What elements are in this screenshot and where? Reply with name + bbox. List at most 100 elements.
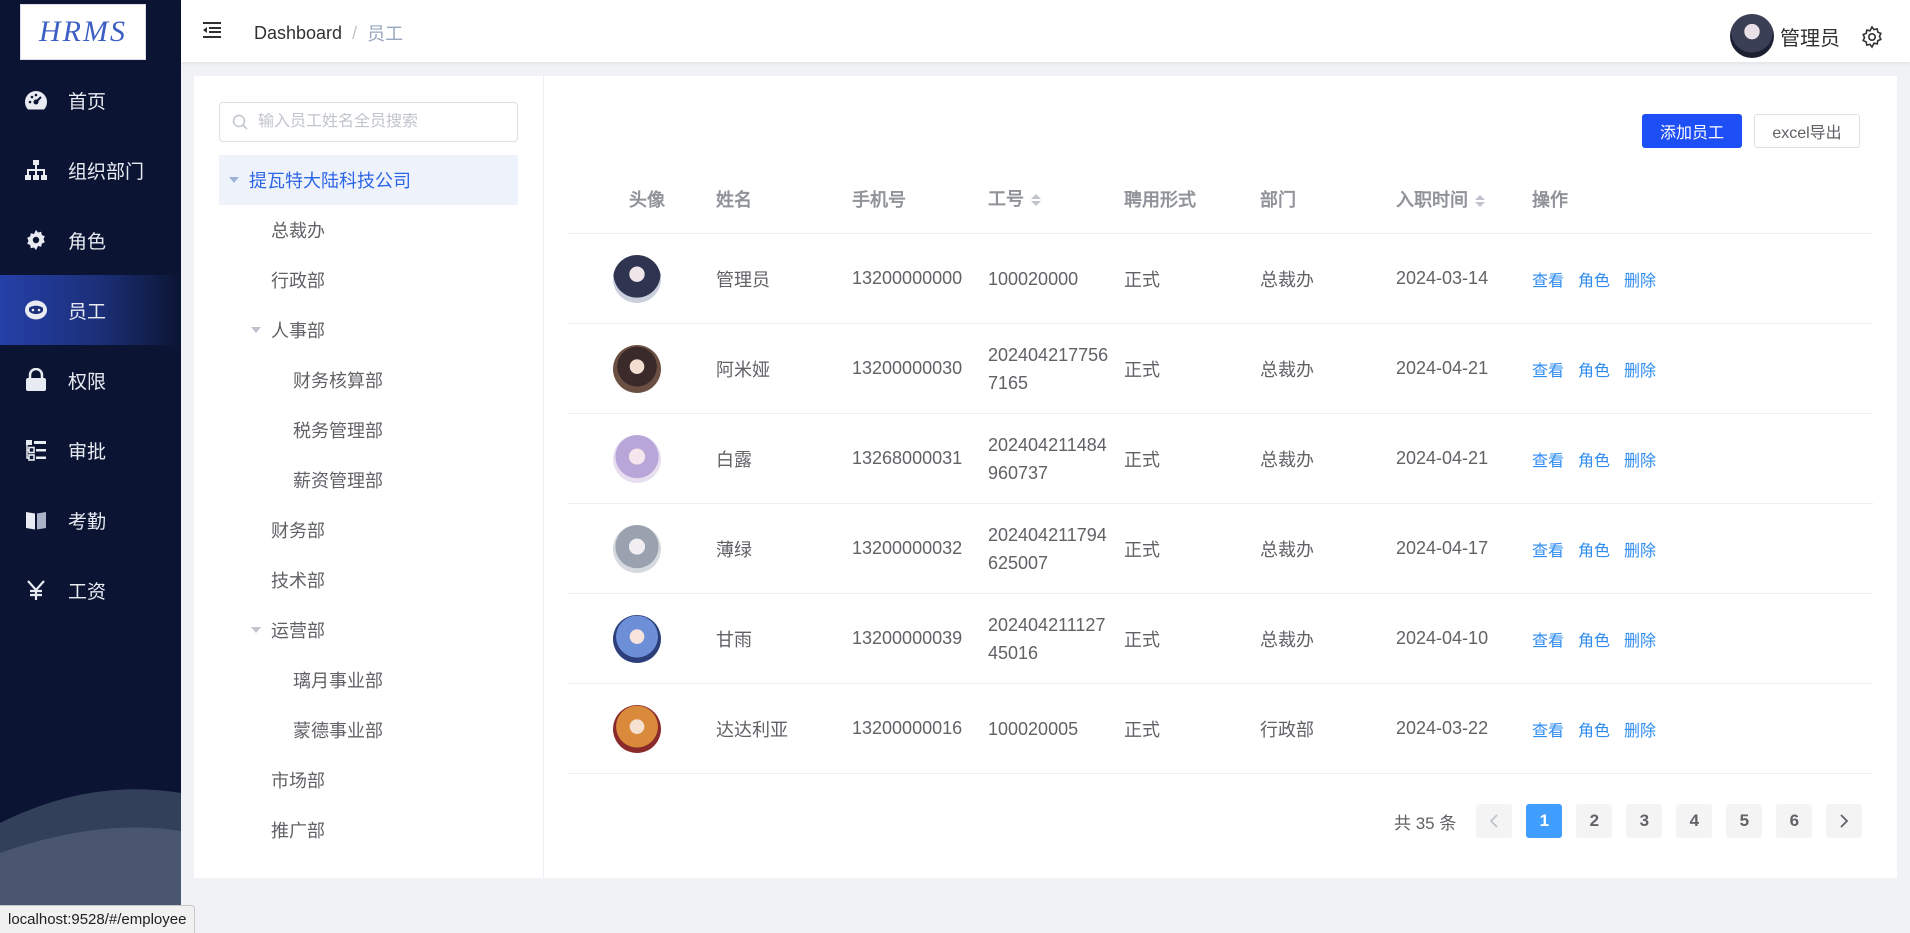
delete-link[interactable]: 删除 xyxy=(1624,447,1656,471)
cell-dept: 行政部 xyxy=(1260,719,1314,740)
avatar xyxy=(613,254,661,303)
role-link[interactable]: 角色 xyxy=(1578,447,1610,471)
col-header-label: 入职时间 xyxy=(1396,189,1468,210)
table-row: 阿米娅 13200000030 2024042177567165 正式 总裁办 … xyxy=(568,324,1873,414)
page-button[interactable]: 3 xyxy=(1626,804,1663,838)
employee-search-box[interactable] xyxy=(219,102,518,142)
cell-type: 正式 xyxy=(1124,269,1160,290)
cell-name: 阿米娅 xyxy=(716,359,770,380)
caret-down-icon[interactable] xyxy=(251,627,261,633)
yen-icon xyxy=(24,578,48,602)
sidebar-item-permission[interactable]: 权限 xyxy=(0,345,181,415)
delete-link[interactable]: 删除 xyxy=(1624,537,1656,561)
delete-link[interactable]: 删除 xyxy=(1624,267,1656,291)
sidebar-item-label: 权限 xyxy=(68,371,107,393)
sidebar-item-approval[interactable]: 审批 xyxy=(0,415,181,485)
sidebar-item-label: 组织部门 xyxy=(68,161,145,183)
chevron-right-icon xyxy=(1840,814,1849,828)
app-logo[interactable]: HRMS xyxy=(20,4,146,60)
settings-gear-icon[interactable] xyxy=(1860,25,1884,49)
prev-page-button[interactable] xyxy=(1476,804,1513,838)
sidebar-item-salary[interactable]: 工资 xyxy=(0,555,181,625)
breadcrumb-separator: / xyxy=(352,22,358,43)
cell-phone: 13200000000 xyxy=(852,268,963,288)
view-link[interactable]: 查看 xyxy=(1532,357,1564,381)
delete-link[interactable]: 删除 xyxy=(1624,627,1656,651)
col-header-label: 工号 xyxy=(988,188,1024,209)
tree-node[interactable]: 行政部 xyxy=(219,255,518,305)
tree-node[interactable]: 财务部 xyxy=(219,505,518,555)
tree-node[interactable]: 市场部 xyxy=(219,755,518,805)
role-link[interactable]: 角色 xyxy=(1578,717,1610,741)
tree-node[interactable]: 运营部 xyxy=(219,605,518,655)
page-button[interactable]: 4 xyxy=(1676,804,1713,838)
excel-export-button[interactable]: excel导出 xyxy=(1754,114,1860,148)
tree-node-label: 财务核算部 xyxy=(293,371,383,391)
page-button[interactable]: 5 xyxy=(1726,804,1763,838)
delete-link[interactable]: 删除 xyxy=(1624,717,1656,741)
cell-phone: 13200000030 xyxy=(852,358,963,378)
tree-node[interactable]: 总裁办 xyxy=(219,205,518,255)
tree-node[interactable]: 技术部 xyxy=(219,555,518,605)
tree-node-label: 人事部 xyxy=(271,321,325,341)
tree-node[interactable]: 薪资管理部 xyxy=(219,455,518,505)
org-tree-icon xyxy=(24,158,48,182)
tree-node-root[interactable]: 提瓦特大陆科技公司 xyxy=(219,155,518,205)
page-button[interactable]: 2 xyxy=(1576,804,1613,838)
user-name: 管理员 xyxy=(1780,27,1840,50)
cell-id: 202404211484960737 xyxy=(988,434,1107,483)
sidebar-item-role[interactable]: 角色 xyxy=(0,205,181,275)
tree-node[interactable]: 推广部 xyxy=(219,805,518,855)
sidebar-item-employee[interactable]: 员工 xyxy=(0,275,181,345)
caret-down-icon[interactable] xyxy=(251,327,261,333)
cell-id: 100020000 xyxy=(988,268,1079,289)
add-employee-button[interactable]: 添加员工 xyxy=(1642,114,1742,148)
avatar xyxy=(613,344,661,393)
tree-node[interactable]: 人事部 xyxy=(219,305,518,355)
user-menu[interactable]: 管理员 xyxy=(1730,14,1840,58)
tree-node[interactable]: 璃月事业部 xyxy=(219,655,518,705)
col-header-date[interactable]: 入职时间 xyxy=(1386,186,1522,212)
page-button[interactable]: 1 xyxy=(1526,804,1563,838)
department-tree: 提瓦特大陆科技公司 总裁办 行政部 人事部 财务核算部 税务管理部 薪资管理部 … xyxy=(219,155,518,855)
cell-id: 202404211794625007 xyxy=(988,524,1107,573)
search-input[interactable] xyxy=(258,113,498,131)
sidebar-item-attendance[interactable]: 考勤 xyxy=(0,485,181,555)
sidebar: HRMS 首页 组织部门 角色 员工 权限 审批 考勤 工资 xyxy=(0,0,181,933)
role-link[interactable]: 角色 xyxy=(1578,627,1610,651)
view-link[interactable]: 查看 xyxy=(1532,447,1564,471)
cell-phone: 13268000031 xyxy=(852,448,963,468)
col-header-phone: 手机号 xyxy=(852,189,906,210)
cell-dept: 总裁办 xyxy=(1260,629,1314,650)
view-link[interactable]: 查看 xyxy=(1532,267,1564,291)
sidebar-item-home[interactable]: 首页 xyxy=(0,65,181,135)
sidebar-item-label: 角色 xyxy=(68,231,107,253)
tree-node[interactable]: 蒙德事业部 xyxy=(219,705,518,755)
role-link[interactable]: 角色 xyxy=(1578,267,1610,291)
dashboard-icon xyxy=(24,88,48,112)
next-page-button[interactable] xyxy=(1826,804,1863,838)
logo-text: HRMS xyxy=(39,15,127,48)
breadcrumb-home[interactable]: Dashboard xyxy=(254,23,342,44)
sort-icon[interactable] xyxy=(1031,193,1041,206)
menu-toggle-icon[interactable] xyxy=(201,19,225,43)
caret-down-icon[interactable] xyxy=(229,177,239,183)
role-link[interactable]: 角色 xyxy=(1578,357,1610,381)
sidebar-item-label: 首页 xyxy=(68,91,107,113)
col-header-dept: 部门 xyxy=(1260,189,1296,210)
view-link[interactable]: 查看 xyxy=(1532,537,1564,561)
col-header-id[interactable]: 工号 xyxy=(978,185,1114,213)
role-link[interactable]: 角色 xyxy=(1578,537,1610,561)
sort-icon[interactable] xyxy=(1475,194,1485,207)
tree-node[interactable]: 财务核算部 xyxy=(219,355,518,405)
top-header: Dashboard / 员工 管理员 xyxy=(181,0,1910,62)
breadcrumb: Dashboard / 员工 xyxy=(254,20,403,46)
page-button[interactable]: 6 xyxy=(1776,804,1813,838)
cell-name: 甘雨 xyxy=(716,629,752,650)
delete-link[interactable]: 删除 xyxy=(1624,357,1656,381)
sidebar-item-org[interactable]: 组织部门 xyxy=(0,135,181,205)
view-link[interactable]: 查看 xyxy=(1532,627,1564,651)
cell-date: 2024-03-22 xyxy=(1396,718,1489,738)
tree-node[interactable]: 税务管理部 xyxy=(219,405,518,455)
view-link[interactable]: 查看 xyxy=(1532,717,1564,741)
